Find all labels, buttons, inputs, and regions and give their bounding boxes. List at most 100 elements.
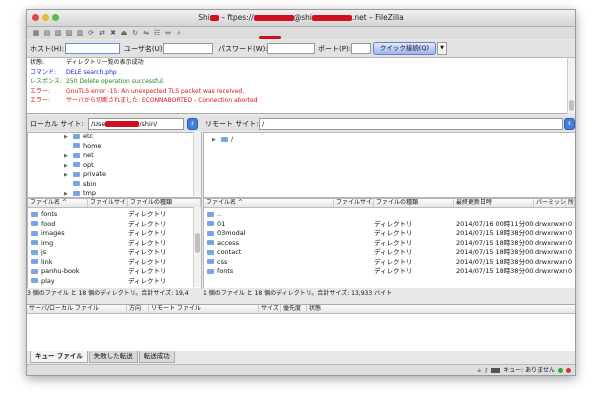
folder-icon xyxy=(73,133,80,139)
column-header-filetype[interactable]: ファイルの種類 xyxy=(374,199,454,207)
folder-icon xyxy=(207,259,214,264)
disclosure-triangle-icon[interactable]: ▶ xyxy=(64,191,73,197)
local-path-dropdown[interactable]: ⇕ xyxy=(187,118,198,130)
search-icon[interactable]: ⌕ xyxy=(174,28,184,38)
file-name: access xyxy=(207,239,332,249)
column-header-priority[interactable]: 優先度 xyxy=(281,305,307,313)
tree-item[interactable]: sbin xyxy=(64,180,96,188)
scrollbar-thumb[interactable] xyxy=(195,233,200,253)
tree-item[interactable]: ▶ net xyxy=(64,151,94,159)
file-row[interactable]: js ディレクトリ xyxy=(28,248,194,258)
host-input[interactable] xyxy=(65,43,120,54)
log-entry-message: GnuTLS error -15: An unexpected TLS pack… xyxy=(66,87,245,95)
tab-successful-transfers[interactable]: 転送成功 xyxy=(138,351,175,363)
file-row[interactable]: play ディレクトリ xyxy=(28,277,194,287)
tree-item[interactable]: ▶ tmp xyxy=(64,189,96,197)
file-name-label: fonts xyxy=(217,267,234,275)
tree-item[interactable]: ▶ etc xyxy=(64,133,93,140)
port-input[interactable] xyxy=(351,43,371,54)
disclosure-triangle-icon[interactable]: ▶ xyxy=(64,134,73,140)
toggle-local-tree-icon[interactable]: ▧ xyxy=(53,28,63,38)
log-scrollbar[interactable] xyxy=(567,58,575,113)
key-icon: ⚷ xyxy=(483,367,489,374)
column-header-remote-file[interactable]: リモート ファイル xyxy=(149,305,259,313)
remote-tree-root[interactable]: ▶ / xyxy=(212,135,233,143)
column-header-filesize[interactable]: ファイルサイズ xyxy=(88,199,128,207)
tree-item[interactable]: home xyxy=(64,142,101,150)
tree-item-label: home xyxy=(83,141,102,150)
toggle-queue-icon[interactable]: ▥ xyxy=(75,28,85,38)
file-row[interactable]: 01 ディレクトリ 2014/07/16 00時11分00秒drwxrwxrwx0 xyxy=(204,220,575,230)
tree-item-label: opt xyxy=(83,160,94,169)
password-input[interactable] xyxy=(267,43,315,54)
file-row[interactable]: 03modal ディレクトリ 2014/07/15 18時38分00秒 drwxrwx… xyxy=(204,229,575,239)
file-modified: 2014/07/15 18時38分00秒 xyxy=(456,248,534,256)
tab-failed-transfers[interactable]: 失敗した転送 xyxy=(88,351,138,363)
disconnect-icon[interactable]: ⏏ xyxy=(119,28,129,38)
status-bar-right: 🔒︎ ⚷ キュー: ありません xyxy=(478,365,571,375)
local-files-scrollbar[interactable] xyxy=(193,207,201,287)
column-header-filename[interactable]: ファイル名 ^ xyxy=(28,199,88,207)
file-row[interactable]: img ディレクトリ xyxy=(28,239,194,249)
title-text-host: @shi xyxy=(293,13,312,22)
file-row[interactable]: link ディレクトリ xyxy=(28,258,194,268)
quickconnect-button[interactable]: クイック接続(Q) xyxy=(373,42,436,55)
file-modified: 2014/07/15 18時38分00秒 xyxy=(456,267,534,275)
disclosure-triangle-icon[interactable]: ▶ xyxy=(64,172,73,178)
site-manager-icon[interactable]: ▦ xyxy=(31,28,41,38)
tree-item[interactable]: ▶ opt xyxy=(64,161,94,169)
column-header-filesize[interactable]: ファイルサイズ xyxy=(334,199,374,207)
log-entry-type: エラー: xyxy=(30,97,51,104)
file-row[interactable]: css ディレクトリ 2014/07/15 18時38分00秒drwxrwxrwx0 xyxy=(204,258,575,268)
disclosure-triangle-icon[interactable]: ▶ xyxy=(64,153,73,159)
file-row[interactable]: .. xyxy=(204,210,575,220)
process-queue-icon[interactable]: ⇄ xyxy=(97,28,107,38)
column-header-status[interactable]: 状態 xyxy=(307,305,387,313)
file-row[interactable]: food ディレクトリ xyxy=(28,220,194,230)
cancel-icon[interactable]: ✖ xyxy=(108,28,118,38)
log-entry-type: レスポンス: xyxy=(30,78,62,85)
remote-path-input[interactable]: / xyxy=(259,118,563,130)
file-name: fonts xyxy=(207,267,332,277)
redacted-mark xyxy=(253,15,294,21)
scrollbar-thumb[interactable] xyxy=(569,100,574,111)
column-header-filetype[interactable]: ファイルの種類 xyxy=(128,199,201,207)
column-header-owner[interactable]: 所有 xyxy=(566,199,575,207)
remote-tree-root-label: / xyxy=(231,135,234,143)
compare-icon[interactable]: ⇋ xyxy=(141,28,151,38)
column-header-modified[interactable]: 最終更新日時 xyxy=(454,199,534,207)
column-header-size[interactable]: サイズ xyxy=(259,305,281,313)
disclosure-triangle-icon[interactable]: ▶ xyxy=(64,163,73,169)
filter-icon[interactable]: ☷ xyxy=(152,28,162,38)
file-row[interactable]: panhu-book ディレクトリ xyxy=(28,267,194,277)
column-header-filename[interactable]: ファイル名 ^ xyxy=(204,199,334,207)
toggle-log-icon[interactable]: ▤ xyxy=(42,28,52,38)
file-owner: 0 xyxy=(568,229,573,237)
local-tree-scrollbar[interactable] xyxy=(193,132,201,196)
remote-path-dropdown[interactable]: ⇕ xyxy=(564,118,575,130)
file-row[interactable]: fonts ディレクトリ 2014/07/15 18時38分00秒drwxrwxrw… xyxy=(204,267,575,277)
file-owner: 0 xyxy=(568,248,573,256)
file-row[interactable]: fonts ディレクトリ xyxy=(28,210,194,220)
tree-item-label: sbin xyxy=(83,179,97,188)
file-row[interactable]: images ディレクトリ xyxy=(28,229,194,239)
file-type: ディレクトリ xyxy=(374,238,413,247)
tree-item[interactable]: ▶ private xyxy=(64,170,106,178)
sync-browse-icon[interactable]: ⇔ xyxy=(163,28,173,38)
file-row[interactable]: access ディレクトリ 2014/07/15 18時38分00秒 drwxrwxr… xyxy=(204,239,575,249)
file-row[interactable]: contact ディレクトリ 2014/07/15 18時38分00秒 drwxrwx… xyxy=(204,248,575,258)
toggle-remote-tree-icon[interactable]: ▨ xyxy=(64,28,74,38)
refresh-icon[interactable]: ⟳ xyxy=(86,28,96,38)
quickconnect-dropdown[interactable]: ▼ xyxy=(437,42,447,55)
file-name-label: panhu-book xyxy=(41,267,80,275)
log-entry-type: 状態: xyxy=(30,59,45,66)
username-input[interactable] xyxy=(163,43,213,54)
column-header-permissions[interactable]: パーミッション xyxy=(534,199,566,207)
title-text-protocol: – ftpes:// xyxy=(218,13,254,22)
tab-queued-files[interactable]: キュー ファイル xyxy=(30,351,88,363)
local-path-input[interactable]: /Use/shin/ xyxy=(88,118,184,130)
column-header-local-file[interactable]: サーバ/ローカル ファイル xyxy=(27,305,127,313)
reconnect-icon[interactable]: ↻ xyxy=(130,28,140,38)
file-permissions: drwxrwxrwx xyxy=(535,267,567,275)
column-header-direction[interactable]: 方向 xyxy=(127,305,149,313)
